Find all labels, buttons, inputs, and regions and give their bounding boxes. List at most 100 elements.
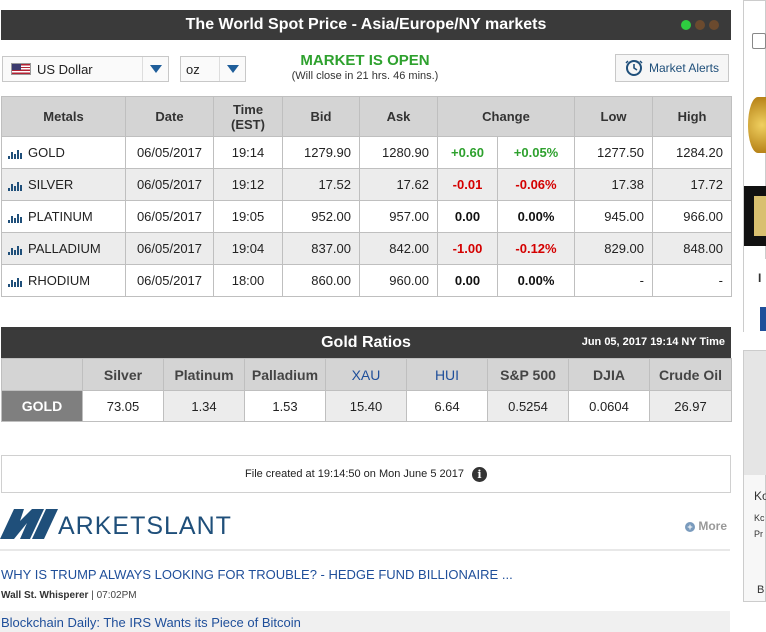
green-dot-icon[interactable] xyxy=(681,20,691,30)
currency-label: US Dollar xyxy=(37,61,93,77)
date-cell: 06/05/2017 xyxy=(125,264,214,297)
market-status: MARKET IS OPEN (Will close in 21 hrs. 46… xyxy=(291,52,439,82)
metal-name-cell[interactable]: PALLADIUM xyxy=(1,232,126,265)
bar-chart-icon-bar xyxy=(14,218,16,224)
bar-chart-icon-bar xyxy=(20,185,22,192)
metal-name-cell[interactable]: SILVER xyxy=(1,168,126,201)
bar-chart-icon-bar xyxy=(17,214,19,224)
chevron-down-icon-unit[interactable] xyxy=(219,57,245,81)
gold-ratios-widget: Gold Ratios Jun 05, 2017 19:14 NY Time S… xyxy=(1,327,732,422)
ad-image-placeholder xyxy=(744,351,766,475)
bar-chart-icon-bar xyxy=(20,249,22,256)
table-row[interactable]: SILVER 06/05/2017 19:12 17.52 17.62 -0.01 -0.0… xyxy=(1,168,733,201)
metals-header-row: Metals Date Time (EST) Bid Ask Change Low… xyxy=(1,96,733,137)
bar-chart-icon[interactable] xyxy=(8,244,22,256)
bar-chart-icon[interactable] xyxy=(8,148,22,160)
metal-name: SILVER xyxy=(28,177,74,192)
news-headline-2[interactable]: Blockchain Daily: The IRS Wants its Piec… xyxy=(0,611,730,632)
bar-chart-icon-bar xyxy=(17,182,19,192)
bar-chart-icon[interactable] xyxy=(8,180,22,192)
metal-name-cell[interactable]: RHODIUM xyxy=(1,264,126,297)
marketslant-logo[interactable]: ARKETSLANT xyxy=(0,507,232,539)
ask-cell: 1280.90 xyxy=(359,136,438,169)
col-header-ask: Ask xyxy=(359,96,438,137)
window-dots xyxy=(681,20,719,30)
market-open-label: MARKET IS OPEN xyxy=(300,52,430,69)
bar-chart-icon-bar xyxy=(17,150,19,160)
bar-chart-icon-bar xyxy=(20,281,22,288)
ask-cell: 957.00 xyxy=(359,200,438,233)
change-cell: -0.01 xyxy=(437,168,498,201)
bar-chart-icon-bar xyxy=(8,252,10,256)
bid-cell: 1279.90 xyxy=(282,136,360,169)
spot-price-title: The World Spot Price - Asia/Europe/NY ma… xyxy=(185,16,547,33)
table-row[interactable]: GOLD 06/05/2017 19:14 1279.90 1280.90 +0.60 +0… xyxy=(1,136,733,169)
time-header-line1: Time xyxy=(232,101,264,117)
market-close-note: (Will close in 21 hrs. 46 mins.) xyxy=(291,70,439,82)
file-created-text: File created at 19:14:50 on Mon June 5 2… xyxy=(245,468,464,480)
gold-ratios-title: Gold Ratios xyxy=(321,334,411,351)
bar-chart-icon[interactable] xyxy=(8,276,22,288)
ad-letter-i: I xyxy=(758,271,762,285)
market-alerts-label: Market Alerts xyxy=(648,61,720,75)
change-cell: 0.00 xyxy=(437,200,498,233)
gold-ratios-table: Silver Platinum Palladium XAU HUI S&P 50… xyxy=(1,358,732,422)
currency-select[interactable]: US Dollar xyxy=(2,56,169,82)
unit-label: oz xyxy=(186,61,200,77)
low-cell: 17.38 xyxy=(574,168,654,201)
ratio-header-djia: DJIA xyxy=(568,358,650,391)
ratio-header-xau-link[interactable]: XAU xyxy=(325,358,407,391)
metal-name-cell[interactable]: GOLD xyxy=(1,136,126,169)
file-created-box: File created at 19:14:50 on Mon June 5 2… xyxy=(1,455,731,493)
ad-dark-block xyxy=(744,186,766,246)
bar-chart-icon-bar xyxy=(11,152,13,160)
unit-select[interactable]: oz xyxy=(180,56,246,82)
ratio-header-hui-link[interactable]: HUI xyxy=(406,358,488,391)
side-ads: I Ko Kc Pr B xyxy=(743,0,766,632)
ratios-header-row: Silver Platinum Palladium XAU HUI S&P 50… xyxy=(1,358,732,391)
news-meta-1: Wall St. Whisperer | 07:02PM xyxy=(1,590,137,601)
col-header-low: Low xyxy=(574,96,654,137)
brown-dot-icon[interactable] xyxy=(695,20,705,30)
ask-cell: 960.00 xyxy=(359,264,438,297)
brown-dot-icon-2[interactable] xyxy=(709,20,719,30)
news-source-1[interactable]: Wall St. Whisperer xyxy=(1,590,88,601)
news-time-1: 07:02PM xyxy=(96,590,137,601)
ad-top[interactable]: I xyxy=(743,0,766,333)
bid-cell: 837.00 xyxy=(282,232,360,265)
market-alerts-button[interactable]: Market Alerts xyxy=(615,54,729,82)
bar-chart-icon-bar xyxy=(11,248,13,256)
metal-name: RHODIUM xyxy=(28,273,91,288)
bar-chart-icon-bar xyxy=(8,156,10,160)
ratios-gold-row: GOLD 73.05 1.34 1.53 15.40 6.64 0.5254 0… xyxy=(1,390,732,422)
spot-price-header: The World Spot Price - Asia/Europe/NY ma… xyxy=(1,10,731,40)
news-headline-1[interactable]: WHY IS TRUMP ALWAYS LOOKING FOR TROUBLE?… xyxy=(1,567,513,582)
table-row[interactable]: RHODIUM 06/05/2017 18:00 860.00 960.00 0.00 0.… xyxy=(1,264,733,297)
plus-circle-icon: + xyxy=(684,521,695,532)
col-header-high: High xyxy=(652,96,733,137)
bar-chart-icon[interactable] xyxy=(8,212,22,224)
marketslant-m-logo-icon xyxy=(0,509,58,539)
bar-chart-icon-bar xyxy=(14,186,16,192)
metals-table: Metals Date Time (EST) Bid Ask Change Low… xyxy=(1,96,733,297)
date-cell: 06/05/2017 xyxy=(125,232,214,265)
table-row[interactable]: PALLADIUM 06/05/2017 19:04 837.00 842.00 -1.0… xyxy=(1,232,733,265)
info-icon[interactable]: i xyxy=(471,466,487,482)
more-link[interactable]: + More xyxy=(684,519,727,533)
ratio-value-crude-oil: 26.97 xyxy=(649,390,732,422)
chevron-down-icon[interactable] xyxy=(142,57,168,81)
ad-middle[interactable]: Ko Kc Pr xyxy=(743,350,766,602)
ratio-value-djia: 0.0604 xyxy=(568,390,650,422)
table-row[interactable]: PLATINUM 06/05/2017 19:05 952.00 957.00 0.00 0… xyxy=(1,200,733,233)
high-cell: 848.00 xyxy=(652,232,733,265)
us-flag-icon xyxy=(11,63,31,75)
ad-letter-ko: Ko xyxy=(754,489,766,503)
metal-name-cell[interactable]: PLATINUM xyxy=(1,200,126,233)
ratio-value-silver: 73.05 xyxy=(82,390,164,422)
marketslant-logo-text: ARKETSLANT xyxy=(58,512,232,540)
time-header-line2: (EST) xyxy=(231,116,265,132)
gold-ratios-timestamp: Jun 05, 2017 19:14 NY Time xyxy=(581,336,725,348)
ratios-row-label: GOLD xyxy=(1,390,83,422)
bar-chart-icon-bar xyxy=(8,284,10,288)
ad-white-block: I xyxy=(744,259,766,333)
